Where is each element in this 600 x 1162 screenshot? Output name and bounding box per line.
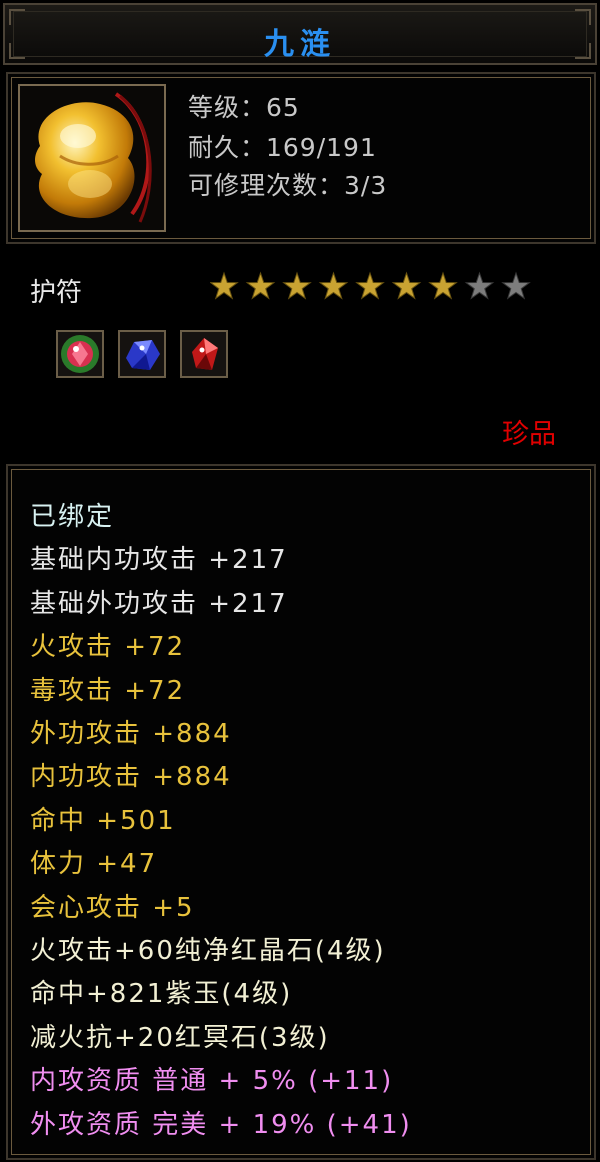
attribute-line: 命中+821紫玉(4级)	[30, 979, 293, 1010]
star-filled-icon	[282, 271, 312, 300]
attribute-line: 火攻击+60纯净红晶石(4级)	[30, 936, 386, 966]
star-filled-icon	[245, 271, 276, 300]
item-name: 九涟	[264, 27, 336, 62]
star-filled-icon	[318, 271, 349, 300]
attribute-line: 基础内功攻击 +217	[30, 545, 288, 576]
attribute-line: 毒攻击 +72	[30, 675, 186, 706]
gem-slot-2[interactable]	[118, 330, 166, 378]
attribute-line: 内功攻击 +884	[30, 762, 232, 793]
attribute-line: 体力 +47	[30, 849, 158, 880]
yellow-jade-amulet-icon	[35, 92, 152, 223]
item-rarity: 珍品	[502, 419, 556, 450]
item-title-bar: 九涟	[3, 3, 597, 65]
star-filled-icon	[391, 271, 422, 300]
star-empty-icon	[501, 271, 531, 300]
attribute-line: 会心攻击 +5	[30, 892, 195, 923]
item-type: 护符	[30, 278, 83, 308]
item-icon-slot[interactable]	[18, 84, 166, 232]
attribute-line: 已绑定	[30, 502, 115, 532]
item-durability: 耐久：169/191	[188, 133, 377, 162]
gem-slot-1[interactable]	[56, 330, 104, 378]
red-crystal-gem-icon	[192, 338, 218, 370]
attribute-line: 减火抗+20红冥石(3级)	[30, 1022, 330, 1053]
attribute-line: 命中 +501	[30, 805, 176, 836]
green-red-gem-icon	[61, 335, 99, 373]
attribute-line: 火攻击 +72	[30, 632, 186, 663]
attribute-line: 外攻资质 完美 + 19% (+41)	[30, 1109, 412, 1140]
gem-slot-3[interactable]	[180, 330, 228, 378]
attribute-line: 外功攻击 +884	[30, 719, 232, 749]
attribute-line: 基础外功攻击 +217	[30, 588, 288, 619]
blue-crystal-gem-icon	[126, 340, 160, 370]
star-rating	[210, 271, 531, 300]
item-level: 等级：65	[188, 93, 300, 122]
star-empty-icon	[464, 271, 495, 300]
attribute-line: 内攻资质 普通 + 5% (+11)	[30, 1066, 394, 1097]
item-repair-count: 可修理次数：3/3	[188, 171, 388, 200]
star-filled-icon	[210, 271, 239, 300]
star-filled-icon	[428, 271, 458, 300]
star-filled-icon	[355, 271, 385, 300]
